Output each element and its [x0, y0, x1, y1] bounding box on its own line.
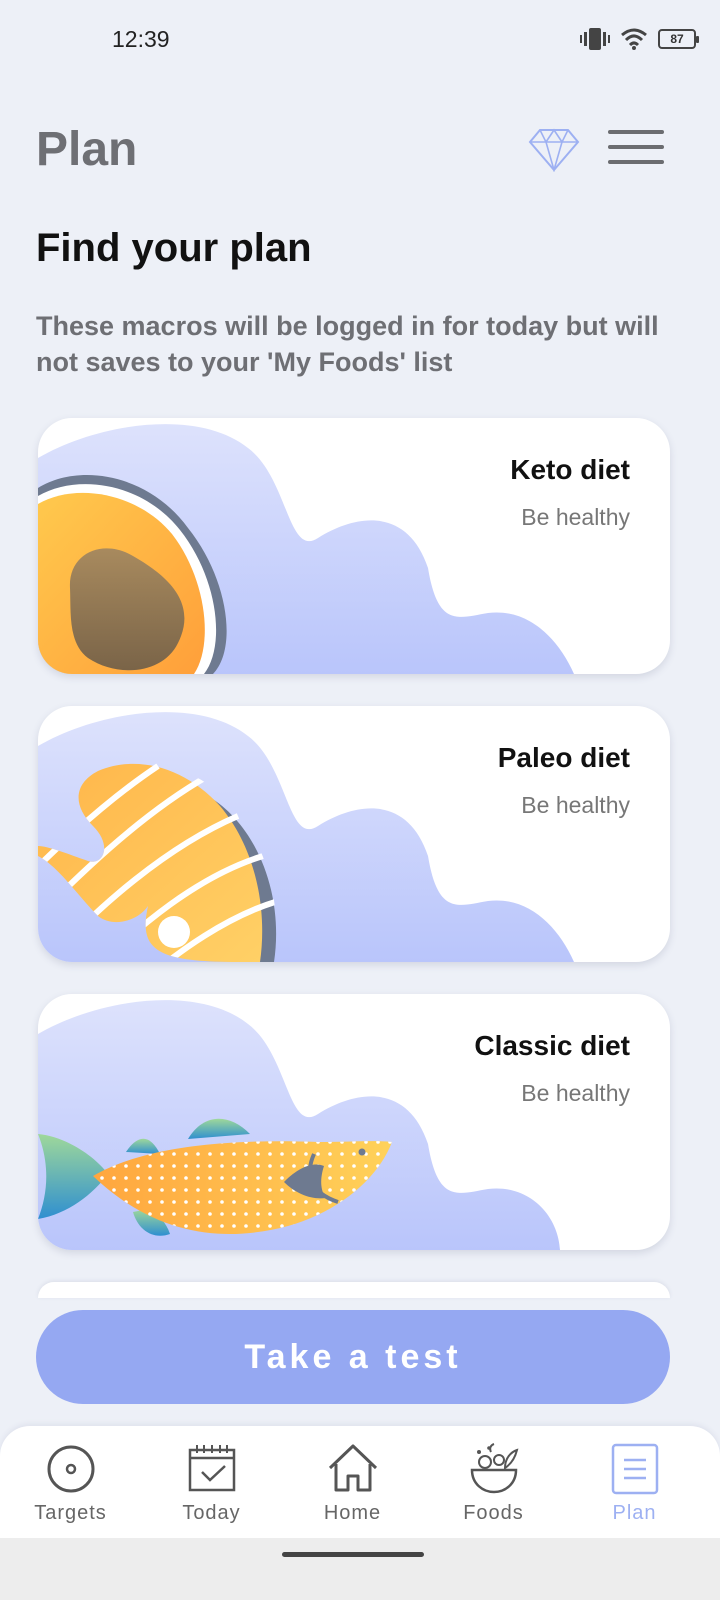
- menu-line: [608, 160, 664, 164]
- status-icons: 87: [580, 26, 699, 52]
- nav-item-today[interactable]: Today: [141, 1426, 282, 1538]
- nav-label: Home: [323, 1502, 382, 1524]
- system-nav-bar: [0, 1538, 720, 1600]
- diamond-icon: [528, 128, 580, 173]
- plan-card-paleo[interactable]: Paleo diet Be healthy: [38, 706, 670, 962]
- premium-button[interactable]: [528, 126, 580, 173]
- section-title: Find your plan: [36, 226, 312, 270]
- calendar-check-icon: [188, 1445, 235, 1492]
- salad-bowl-icon: [470, 1443, 518, 1494]
- plan-card-partial[interactable]: [38, 1282, 670, 1298]
- vibrate-icon: [580, 28, 610, 50]
- status-bar: 12:39 87: [0, 0, 720, 80]
- nav-item-targets[interactable]: Targets: [0, 1426, 141, 1538]
- plan-subtitle: Be healthy: [521, 504, 630, 530]
- home-icon: [328, 1444, 377, 1492]
- page-title: Plan: [36, 123, 138, 176]
- nav-label: Plan: [612, 1502, 657, 1524]
- nav-item-home[interactable]: Home: [282, 1426, 423, 1538]
- plan-title: Classic diet: [474, 1030, 630, 1061]
- plan-subtitle: Be healthy: [521, 792, 630, 818]
- plan-title: Keto diet: [510, 454, 630, 485]
- plan-card-classic[interactable]: Classic diet Be healthy: [38, 994, 670, 1250]
- nav-item-plan[interactable]: Plan: [564, 1426, 705, 1538]
- nav-label: Today: [182, 1502, 241, 1524]
- menu-line: [608, 130, 664, 134]
- section-description: These macros will be logged in for today…: [36, 311, 659, 377]
- plan-subtitle: Be healthy: [521, 1080, 630, 1106]
- home-indicator[interactable]: [282, 1552, 424, 1557]
- status-time: 12:39: [112, 26, 170, 52]
- nav-label: Targets: [34, 1502, 107, 1524]
- menu-line: [608, 145, 664, 149]
- wifi-icon: [621, 28, 647, 50]
- take-test-button[interactable]: Take a test: [36, 1310, 670, 1404]
- nav-label: Foods: [463, 1502, 524, 1524]
- plan-title: Paleo diet: [497, 742, 630, 773]
- battery-indicator: 87: [658, 29, 699, 49]
- nav-item-foods[interactable]: Foods: [423, 1426, 564, 1538]
- plan-card-keto[interactable]: Keto diet Be healthy: [38, 418, 670, 674]
- target-icon: [47, 1445, 94, 1493]
- bottom-nav: Targets Today Home Foods Plan: [0, 1426, 720, 1538]
- plan-list-icon: [611, 1443, 658, 1495]
- menu-button[interactable]: [608, 130, 664, 170]
